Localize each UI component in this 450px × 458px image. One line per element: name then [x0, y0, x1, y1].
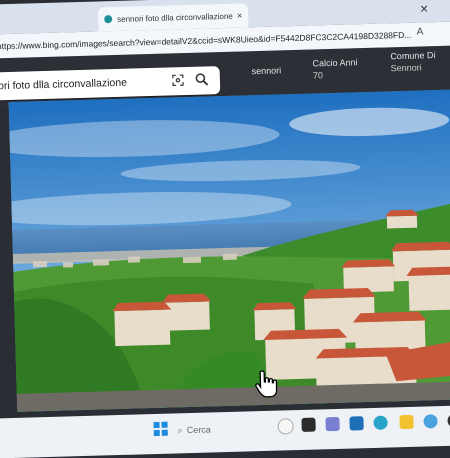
task-view-icon[interactable] [301, 417, 316, 432]
taskbar-search[interactable]: ⌕ Cerca [178, 424, 211, 436]
file-explorer-icon[interactable] [399, 414, 414, 430]
search-icon[interactable] [195, 72, 209, 86]
related-subtitle: 70 [312, 70, 324, 81]
related-subtitle: Sennori [390, 62, 422, 74]
read-aloud-icon[interactable]: A [417, 26, 424, 37]
search-icon: ⌕ [177, 425, 183, 436]
detail-image[interactable] [8, 89, 450, 412]
store-icon[interactable] [349, 416, 364, 431]
taskbar [0, 405, 450, 458]
related-search-calcio[interactable]: Calcio Anni 70 [312, 56, 358, 81]
tab-close-icon[interactable]: × [237, 10, 243, 20]
hand-pointer-icon [255, 370, 278, 398]
screen: sennori foto dlla circonvallazione × × h… [0, 0, 450, 458]
tab-title: sennori foto dlla circonvallazione [117, 11, 233, 24]
related-title: sennori [251, 65, 282, 77]
window-close-icon[interactable]: × [420, 0, 429, 16]
chat-icon[interactable] [325, 416, 340, 432]
landscape-photo [8, 89, 450, 412]
related-search-sennori[interactable]: sennori [252, 64, 282, 77]
windows-start-icon[interactable] [153, 421, 168, 437]
visual-search-icon[interactable] [172, 74, 184, 87]
bing-favicon-icon [104, 15, 113, 24]
related-search-comune[interactable]: Comune Di Sennori [390, 49, 436, 74]
taskbar-search-label: Cerca [186, 424, 211, 436]
related-title: Calcio Anni [312, 57, 358, 69]
search-input[interactable]: ori foto dlla circonvallazione [0, 77, 127, 93]
related-title: Comune Di [390, 50, 436, 62]
